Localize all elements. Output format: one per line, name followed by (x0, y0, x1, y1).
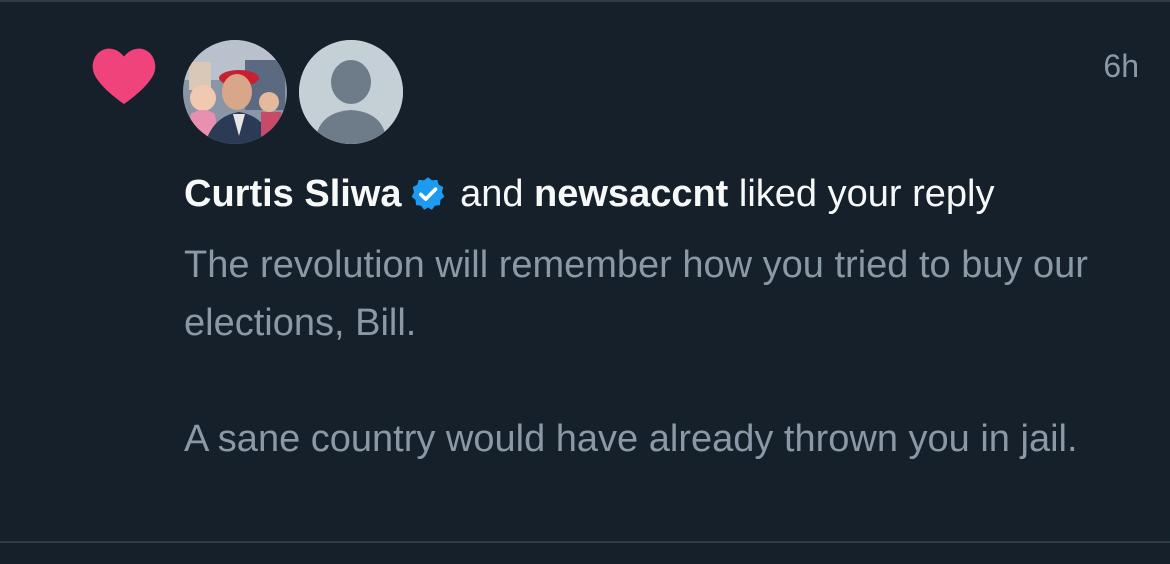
user1-name-link[interactable]: Curtis Sliwa (184, 173, 402, 215)
reply-paragraph: A sane country would have already thrown… (184, 418, 1078, 460)
default-profile-avatar (299, 40, 403, 144)
heart-icon (92, 48, 156, 104)
connector-text: and (460, 173, 524, 215)
avatar-curtis-sliwa[interactable] (183, 40, 287, 144)
avatar-newsaccnt[interactable] (299, 40, 403, 144)
like-notification[interactable]: 6h Curtis Sliwa and newsaccnt liked your… (0, 2, 1170, 541)
notification-headline: Curtis Sliwa and newsaccnt liked your re… (184, 170, 994, 218)
bottom-divider (0, 541, 1170, 543)
reply-paragraph: The revolution will remember how you tri… (184, 244, 1088, 344)
reply-preview[interactable]: The revolution will remember how you tri… (184, 236, 1144, 468)
user2-name-link[interactable]: newsaccnt (534, 173, 728, 215)
timestamp: 6h (1103, 48, 1139, 84)
action-text: liked your reply (738, 173, 995, 215)
verified-badge-icon (411, 177, 444, 210)
user-photo-avatar (183, 40, 287, 144)
